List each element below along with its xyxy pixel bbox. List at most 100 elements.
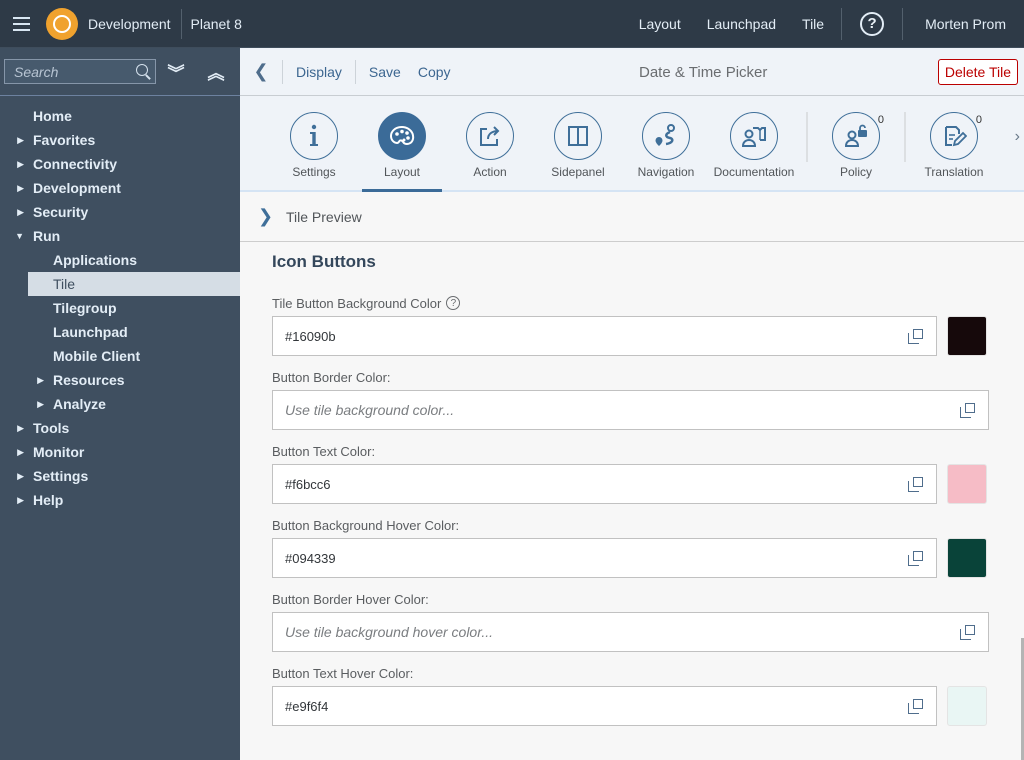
color-input[interactable]: #094339 xyxy=(272,538,937,578)
app-logo xyxy=(46,7,78,40)
color-swatch[interactable] xyxy=(947,316,987,356)
caret-right-icon[interactable]: ▶ xyxy=(0,399,53,410)
search-placeholder: Search xyxy=(14,63,59,80)
caret-right-icon[interactable]: ▶ xyxy=(0,495,33,506)
field-label: Button Border Hover Color: xyxy=(272,590,989,608)
sidebar-item-favorites[interactable]: ▶ Favorites xyxy=(0,128,240,152)
tile-preview-panel[interactable]: ❯ Tile Preview xyxy=(240,192,1024,242)
menu-button[interactable] xyxy=(0,0,42,48)
help-icon[interactable]: ? xyxy=(446,296,461,310)
shell-link-tile[interactable]: Tile xyxy=(802,16,824,32)
chevron-right-icon: › xyxy=(1014,128,1020,145)
field-label: Tile Button Background Color? xyxy=(272,294,989,312)
share-icon xyxy=(480,126,500,146)
sidebar-item-applications[interactable]: Applications xyxy=(0,248,240,272)
color-swatch[interactable] xyxy=(947,464,987,504)
section-title: Icon Buttons xyxy=(272,252,376,271)
tab-documentation[interactable]: Documentation xyxy=(710,112,798,179)
hamburger-icon xyxy=(12,15,30,33)
divider xyxy=(841,7,843,40)
double-chevron-down-icon: ︾ xyxy=(167,64,185,83)
main-content: ❮ Display Save Copy Date & Time Picker D… xyxy=(240,48,1024,760)
sidebar-item-development[interactable]: ▶ Development xyxy=(0,176,240,200)
input-placeholder: Use tile background hover color... xyxy=(285,624,494,640)
sidebar-item-help[interactable]: ▶ Help xyxy=(0,488,240,512)
color-input[interactable]: #16090b xyxy=(272,316,937,356)
tab-settings[interactable]: Settings xyxy=(270,112,358,179)
back-button[interactable]: ❮ xyxy=(240,61,282,82)
caret-right-icon[interactable]: ▶ xyxy=(0,447,33,458)
input-value: #e9f6f4 xyxy=(285,698,329,714)
value-help-icon[interactable] xyxy=(908,477,923,492)
sidebar-item-resources[interactable]: ▶ Resources xyxy=(0,368,240,392)
field-label: Button Text Color: xyxy=(272,442,989,460)
field-label-text: Button Text Color: xyxy=(272,443,376,459)
scroll-tabs-right-button[interactable]: › xyxy=(1015,128,1020,146)
sidebar-item-launchpad[interactable]: Launchpad xyxy=(0,320,240,344)
caret-right-icon[interactable]: ▶ xyxy=(0,159,33,170)
sidebar-item-settings[interactable]: ▶ Settings xyxy=(0,464,240,488)
search-icon[interactable] xyxy=(135,63,155,81)
color-input[interactable]: #f6bcc6 xyxy=(272,464,937,504)
color-swatch[interactable] xyxy=(947,686,987,726)
field-label-text: Button Background Hover Color: xyxy=(272,517,460,533)
display-button[interactable]: Display xyxy=(296,64,342,80)
caret-right-icon[interactable]: ▶ xyxy=(0,423,33,434)
tab-translation[interactable]: Translation 0 xyxy=(910,112,998,179)
color-swatch[interactable] xyxy=(947,538,987,578)
sidebar-item-tools[interactable]: ▶ Tools xyxy=(0,416,240,440)
tab-layout[interactable]: Layout xyxy=(358,112,446,179)
sidebar-item-home[interactable]: Home xyxy=(0,104,240,128)
sidebar-item-tile[interactable]: Tile xyxy=(28,272,240,296)
input-value: #f6bcc6 xyxy=(285,476,331,492)
color-input[interactable]: #e9f6f4 xyxy=(272,686,937,726)
sidebar-item-run[interactable]: ▼ Run xyxy=(0,224,240,248)
sidebar-item-monitor[interactable]: ▶ Monitor xyxy=(0,440,240,464)
shell-link-launchpad[interactable]: Launchpad xyxy=(707,16,776,32)
policy-count-badge: 0 xyxy=(877,114,884,126)
color-input[interactable]: Use tile background color... xyxy=(272,390,989,430)
value-help-icon[interactable] xyxy=(908,551,923,566)
sidebar-item-label: Settings xyxy=(33,468,89,484)
collapse-all-button[interactable]: ︽ xyxy=(196,57,236,87)
sidebar-item-analyze[interactable]: ▶ Analyze xyxy=(0,392,240,416)
value-help-icon[interactable] xyxy=(908,329,923,344)
save-button[interactable]: Save xyxy=(369,64,401,80)
divider xyxy=(354,59,356,84)
tab-navigation[interactable]: Navigation xyxy=(622,112,710,179)
value-help-icon[interactable] xyxy=(908,699,923,714)
info-icon xyxy=(310,124,318,146)
value-help-icon[interactable] xyxy=(960,403,975,418)
sidebar-item-connectivity[interactable]: ▶ Connectivity xyxy=(0,152,240,176)
copy-button[interactable]: Copy xyxy=(418,64,451,80)
tab-sidepanel[interactable]: Sidepanel xyxy=(534,112,622,179)
sidebar-item-tilegroup[interactable]: Tilegroup xyxy=(0,296,240,320)
delete-tile-button[interactable]: Delete Tile xyxy=(937,59,1018,85)
input-placeholder: Use tile background color... xyxy=(285,402,455,418)
search-input[interactable]: Search xyxy=(4,59,156,84)
color-input[interactable]: Use tile background hover color... xyxy=(272,612,989,652)
tab-policy[interactable]: Policy 0 xyxy=(812,112,900,179)
expand-all-button[interactable]: ︾ xyxy=(156,57,196,87)
help-button[interactable]: ? xyxy=(860,11,885,36)
app-title: Development xyxy=(88,8,182,39)
chevron-right-icon[interactable]: ❯ xyxy=(258,206,286,227)
user-menu[interactable]: Morten Prom xyxy=(925,16,1006,32)
sidebar-item-label: Favorites xyxy=(33,132,96,148)
value-help-icon[interactable] xyxy=(960,625,975,640)
divider xyxy=(902,7,904,40)
caret-right-icon[interactable]: ▶ xyxy=(0,207,33,218)
sidebar-item-mobile-client[interactable]: Mobile Client xyxy=(0,344,240,368)
caret-right-icon[interactable]: ▶ xyxy=(0,183,33,194)
sidebar-item-security[interactable]: ▶ Security xyxy=(0,200,240,224)
active-tab-indicator xyxy=(362,189,442,192)
field-label: Button Background Hover Color: xyxy=(272,516,989,534)
shell-link-layout[interactable]: Layout xyxy=(639,16,681,32)
palette-icon xyxy=(389,125,415,145)
caret-down-icon[interactable]: ▼ xyxy=(0,231,33,241)
tab-action[interactable]: Action xyxy=(446,112,534,179)
caret-right-icon[interactable]: ▶ xyxy=(0,135,33,146)
caret-right-icon[interactable]: ▶ xyxy=(0,471,33,482)
tab-label: Settings xyxy=(292,165,336,179)
caret-right-icon[interactable]: ▶ xyxy=(0,375,53,386)
